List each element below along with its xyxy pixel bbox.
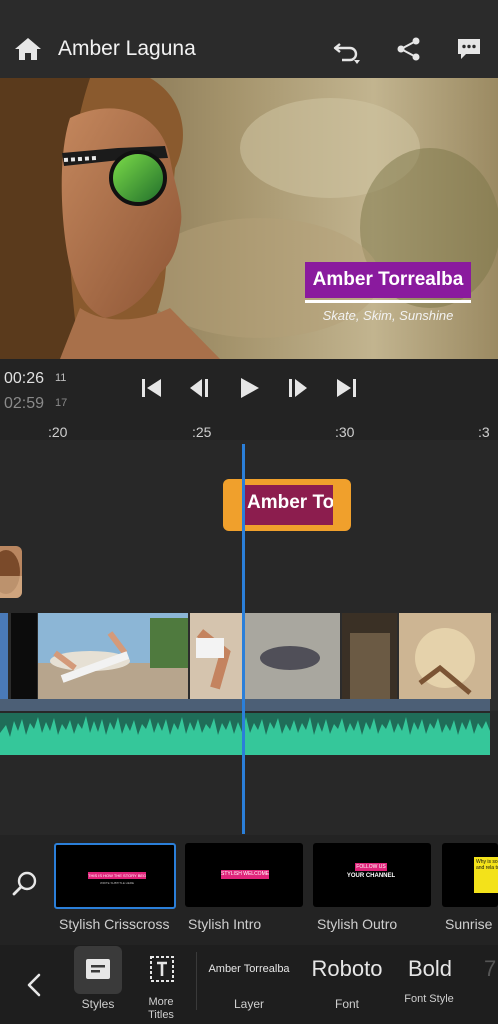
font-label: Font — [334, 997, 359, 1011]
video-track[interactable] — [0, 613, 498, 711]
ruler-tick: :25 — [192, 424, 212, 440]
title-overlay-main[interactable]: Amber Torrealba — [305, 262, 471, 298]
title-clip-thumbnail: Amber To — [245, 485, 333, 525]
ruler-tick: :20 — [48, 424, 68, 440]
tab-styles[interactable] — [74, 946, 122, 994]
current-time: 00:26 — [4, 370, 45, 387]
title-overlay-subtitle[interactable]: Skate, Skim, Sunshine — [305, 308, 471, 323]
style-thumb-text: STYLISH WELCOME — [221, 870, 269, 879]
search-icon[interactable] — [12, 870, 38, 896]
tab-styles-label: Styles — [81, 997, 115, 1011]
layer-label: Layer — [233, 997, 265, 1011]
previous-frame-icon[interactable] — [188, 377, 212, 399]
styles-icon — [86, 959, 110, 979]
video-clip[interactable] — [342, 613, 491, 699]
ruler-tick: :30 — [335, 424, 355, 440]
style-label: Stylish Outro — [317, 916, 398, 932]
style-thumb-text: THIS IS HOW THE STORY BEGINS — [88, 873, 146, 878]
style-thumb-text: FOLLOW US — [355, 863, 387, 871]
title-overlay-underline — [305, 300, 471, 303]
comment-icon[interactable] — [456, 36, 482, 62]
style-card-stylish-outro[interactable]: FOLLOW US YOUR CHANNEL — [313, 843, 431, 907]
video-clip[interactable] — [190, 613, 340, 699]
next-option-value[interactable]: 7 — [484, 956, 498, 982]
share-icon[interactable] — [396, 36, 422, 62]
video-clip[interactable] — [0, 613, 8, 699]
undo-icon[interactable] — [332, 36, 362, 66]
title-clip-text: Amber To — [247, 492, 333, 513]
style-card-stylish-crisscross[interactable]: THIS IS HOW THE STORY BEGINS WRITE SUBTI… — [54, 843, 176, 909]
next-frame-icon[interactable] — [285, 377, 309, 399]
playhead[interactable] — [242, 444, 245, 834]
style-thumb-subtext: WRITE SUBTITLE HERE — [99, 881, 134, 885]
font-style-label: Font Style — [404, 993, 454, 1005]
total-time: 02:59 — [4, 395, 45, 412]
layer-value[interactable]: Amber Torrealba — [208, 963, 290, 975]
style-label: Stylish Intro — [188, 916, 262, 932]
ruler-tick: :3 — [478, 424, 490, 440]
play-icon[interactable] — [238, 377, 262, 399]
style-thumb-text: Why is so far fr and rela to N — [474, 857, 498, 893]
style-card-stylish-intro[interactable]: STYLISH WELCOME — [185, 843, 303, 907]
home-icon[interactable] — [14, 36, 42, 62]
style-label: Sunrise — [445, 916, 493, 932]
more-titles-icon[interactable] — [149, 955, 175, 983]
skip-to-start-icon[interactable] — [140, 377, 164, 399]
style-label: Stylish Crisscross — [59, 916, 170, 932]
tab-more-titles-label[interactable]: More Titles — [136, 996, 186, 1022]
skip-to-end-icon[interactable] — [334, 377, 358, 399]
font-style-value[interactable]: Bold — [400, 956, 460, 982]
toolbar-divider — [196, 952, 197, 1010]
style-card-sunrise[interactable]: Why is so far fr and rela to N — [442, 843, 498, 907]
project-title: Amber Laguna — [58, 37, 196, 60]
font-value[interactable]: Roboto — [308, 956, 386, 982]
style-thumb-subtext: YOUR CHANNEL — [346, 873, 396, 879]
current-frame: 11 — [55, 372, 67, 384]
chevron-left-icon[interactable] — [24, 972, 44, 998]
total-frame: 17 — [55, 397, 68, 409]
overlay-clip-thumbnail[interactable] — [0, 546, 22, 598]
audio-track[interactable] — [0, 713, 490, 755]
